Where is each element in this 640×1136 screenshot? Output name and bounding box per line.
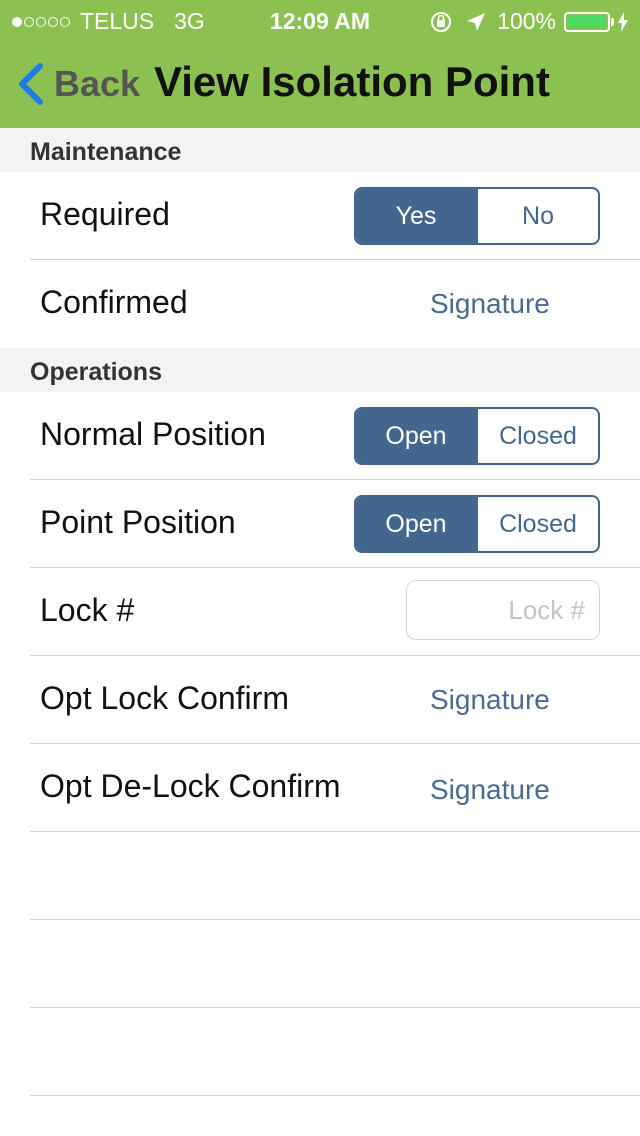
section-title: Operations [30, 358, 162, 386]
row-label: Lock # [40, 592, 135, 628]
row-point-position: Point Position Open Closed [0, 480, 640, 568]
required-segmented-control: Yes No [354, 187, 600, 245]
row-lock-number: Lock # [0, 568, 640, 656]
row-normal-position: Normal Position Open Closed [0, 392, 640, 480]
charging-bolt-icon [618, 11, 628, 32]
row-separator [30, 1095, 640, 1096]
row-opt-delock-confirm: Opt De-Lock Confirm Signature [0, 744, 640, 832]
row-opt-lock-confirm: Opt Lock Confirm Signature [0, 656, 640, 744]
row-label: Confirmed [40, 284, 188, 320]
battery-percent: 100% [497, 8, 556, 34]
row-confirmed: Confirmed Signature [0, 260, 640, 348]
segment-open[interactable]: Open [356, 409, 476, 463]
back-button[interactable]: Back [14, 62, 140, 106]
segment-yes[interactable]: Yes [356, 189, 476, 243]
empty-row [0, 1008, 640, 1096]
lock-number-input[interactable] [406, 580, 600, 640]
opt-delock-signature-link[interactable]: Signature [430, 774, 550, 806]
battery-tip [611, 17, 614, 26]
status-bar: TELUS 3G 12:09 AM 100% [0, 0, 640, 40]
empty-row [0, 832, 640, 920]
section-title: Maintenance [30, 138, 182, 166]
page-title: View Isolation Point [154, 58, 550, 105]
section-header-maintenance: Maintenance [0, 128, 640, 172]
normal-position-segmented-control: Open Closed [354, 407, 600, 465]
orientation-lock-icon [431, 11, 452, 32]
battery-fill [568, 15, 606, 28]
confirmed-signature-link[interactable]: Signature [430, 288, 550, 320]
top-bar: TELUS 3G 12:09 AM 100% Back View Isolati… [0, 0, 640, 128]
row-required: Required Yes No [0, 172, 640, 260]
location-arrow-icon [467, 12, 486, 31]
section-header-operations: Operations [0, 348, 640, 392]
segment-no[interactable]: No [476, 189, 598, 243]
navigation-bar: Back View Isolation Point [0, 40, 640, 128]
row-label: Point Position [40, 504, 236, 540]
row-label: Opt Lock Confirm [40, 680, 289, 716]
opt-lock-signature-link[interactable]: Signature [430, 684, 550, 716]
segment-open[interactable]: Open [356, 497, 476, 551]
segment-closed[interactable]: Closed [476, 409, 598, 463]
battery-icon [564, 11, 610, 32]
row-label: Opt De-Lock Confirm [40, 768, 341, 804]
status-right: 100% [429, 8, 628, 35]
empty-row [0, 920, 640, 1008]
row-label: Normal Position [40, 416, 266, 452]
back-label: Back [54, 63, 141, 104]
row-label: Required [40, 196, 170, 232]
chevron-left-icon [19, 63, 43, 105]
point-position-segmented-control: Open Closed [354, 495, 600, 553]
segment-closed[interactable]: Closed [476, 497, 598, 551]
